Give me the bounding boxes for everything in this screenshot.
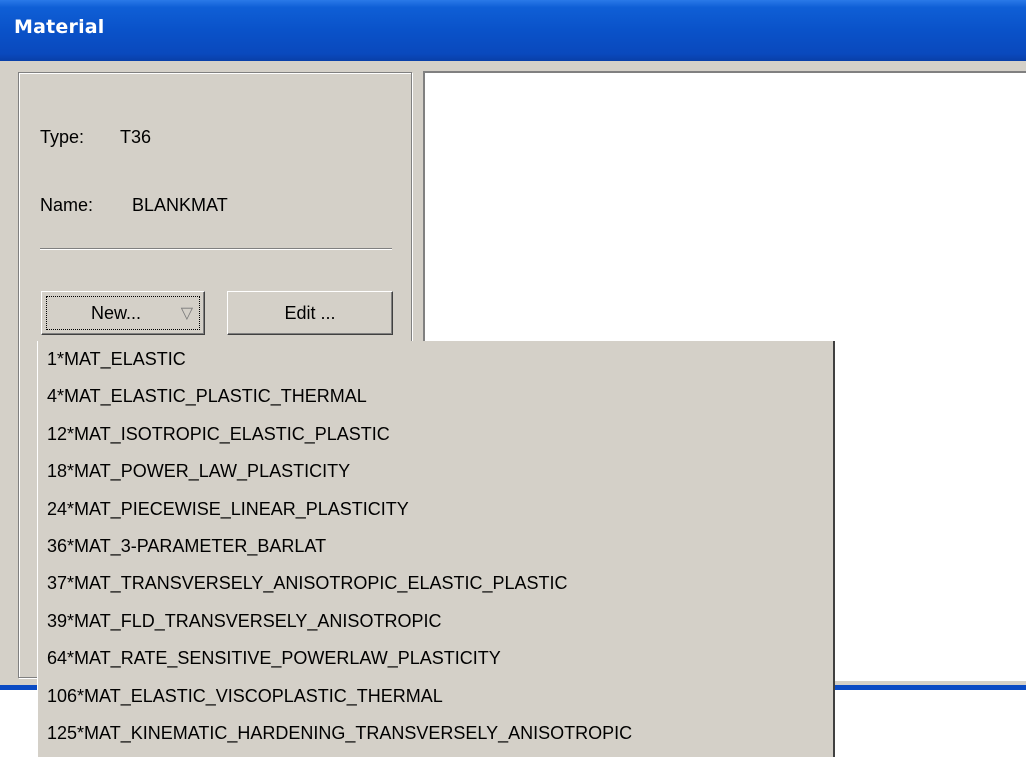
menu-item[interactable]: 64*MAT_RATE_SENSITIVE_POWERLAW_PLASTICIT… [38, 640, 833, 677]
material-type-dropdown-menu: 1*MAT_ELASTIC 4*MAT_ELASTIC_PLASTIC_THER… [37, 341, 835, 757]
menu-item[interactable]: 36*MAT_3-PARAMETER_BARLAT [38, 528, 833, 565]
menu-item[interactable]: 1*MAT_ELASTIC [38, 341, 833, 378]
menu-item[interactable]: 4*MAT_ELASTIC_PLASTIC_THERMAL [38, 378, 833, 415]
menu-item[interactable]: 125*MAT_KINEMATIC_HARDENING_TRANSVERSELY… [38, 715, 833, 752]
window-title: Material [14, 16, 105, 38]
separator [40, 248, 392, 250]
edit-button-label: Edit ... [284, 302, 336, 323]
name-label: Name: [40, 195, 94, 215]
name-value: BLANKMAT [132, 195, 228, 215]
type-value: T36 [120, 127, 152, 147]
type-label: Type: [40, 127, 85, 147]
new-material-button[interactable]: New... ▽ [41, 291, 205, 335]
menu-item[interactable]: 39*MAT_FLD_TRANSVERSELY_ANISOTROPIC [38, 603, 833, 640]
dropdown-arrow-icon: ▽ [180, 305, 193, 322]
edit-material-button[interactable]: Edit ... [227, 291, 393, 335]
focus-rectangle [46, 296, 200, 330]
menu-item[interactable]: 106*MAT_ELASTIC_VISCOPLASTIC_THERMAL [38, 678, 833, 715]
menu-item[interactable]: 18*MAT_POWER_LAW_PLASTICITY [38, 453, 833, 490]
title-bar[interactable]: Material [0, 0, 1026, 61]
menu-item[interactable]: 12*MAT_ISOTROPIC_ELASTIC_PLASTIC [38, 416, 833, 453]
menu-item[interactable]: 37*MAT_TRANSVERSELY_ANISOTROPIC_ELASTIC_… [38, 565, 833, 602]
menu-item[interactable]: 24*MAT_PIECEWISE_LINEAR_PLASTICITY [38, 491, 833, 528]
